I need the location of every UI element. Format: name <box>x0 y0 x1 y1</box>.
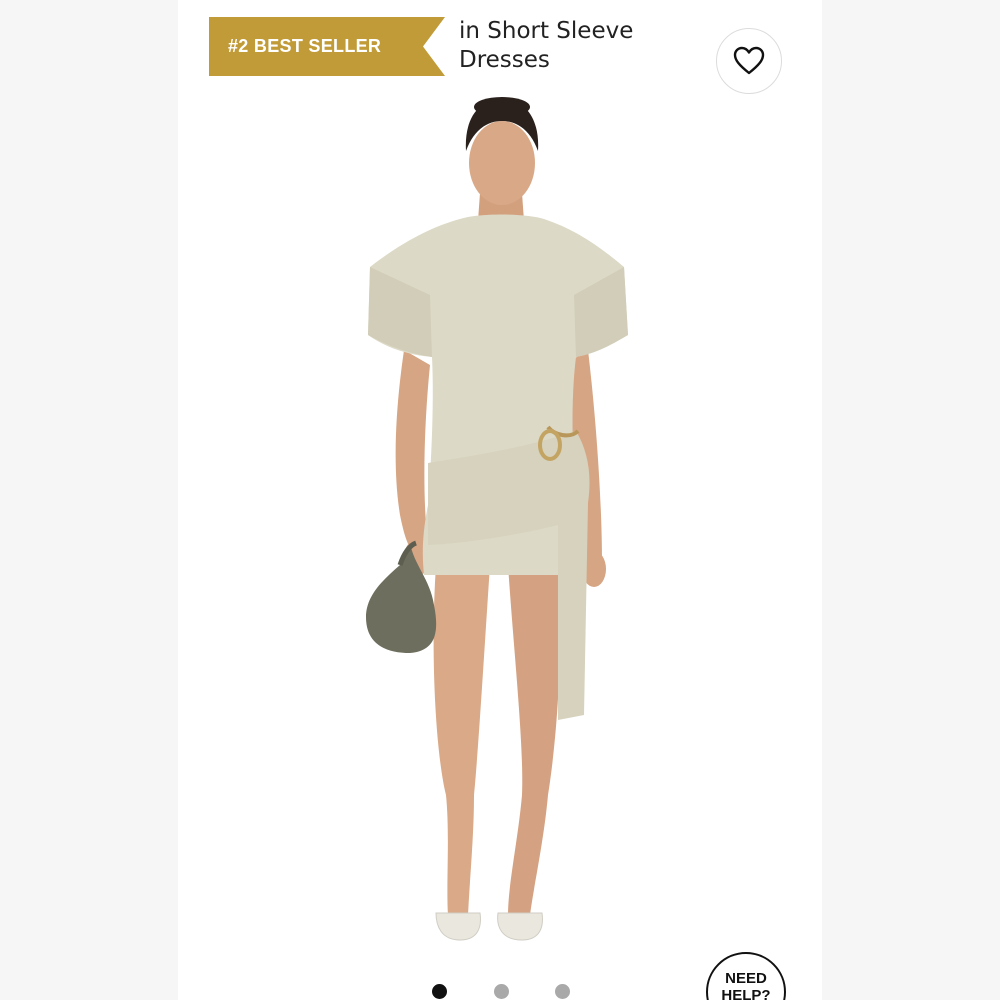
badge-label: #2 BEST SELLER <box>228 36 382 56</box>
need-help-label: NEED HELP? <box>721 970 771 1000</box>
heart-icon <box>733 46 765 75</box>
background-right <box>822 0 1000 1000</box>
best-seller-badge: #2 BEST SELLER <box>209 17 445 76</box>
favorite-button[interactable] <box>716 28 782 94</box>
carousel-dot-1[interactable] <box>432 984 447 999</box>
product-image[interactable] <box>178 95 822 975</box>
background-left <box>0 0 178 1000</box>
category-text: in Short Sleeve Dresses <box>459 18 634 73</box>
product-card: #2 BEST SELLER in Short Sleeve Dresses N… <box>178 0 822 1000</box>
carousel-dot-3[interactable] <box>555 984 570 999</box>
carousel-dot-2[interactable] <box>494 984 509 999</box>
